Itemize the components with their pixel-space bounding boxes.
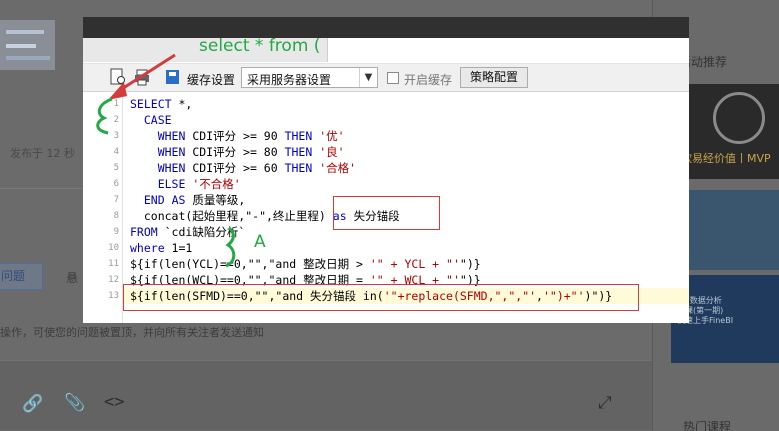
promo-ring-graphic: [713, 92, 765, 144]
code-line: where 1=1: [130, 241, 193, 255]
line-number: 6: [113, 179, 119, 189]
tab-strip: [83, 38, 689, 64]
reward-label: 悬: [66, 271, 79, 285]
server-setting-value: 采用服务器设置: [247, 73, 332, 87]
line-number: 3: [113, 131, 119, 141]
cache-settings-icon[interactable]: [165, 68, 181, 86]
promo-1-text: 软易经价值丨MVP: [681, 152, 771, 165]
code-line: ${if(len(YCL)==0,"","and 整改日期 > '" + YCL…: [130, 257, 481, 271]
line-number: 5: [113, 163, 119, 173]
code-line: WHEN CDI评分 >= 80 THEN '良': [157, 145, 345, 159]
reply-toolbar: 🔗 📎 <> ⤢: [0, 360, 652, 430]
attachment-icon[interactable]: 📎: [64, 393, 85, 413]
line-number: 11: [108, 259, 119, 269]
line-number: 12: [108, 275, 119, 285]
chevron-down-icon[interactable]: ▼: [359, 68, 377, 87]
hot-courses-heading: 热门课程: [683, 420, 732, 431]
line-number: 10: [108, 243, 119, 253]
code-icon[interactable]: <>: [104, 392, 124, 412]
notify-note: 操作，可使您的问题被置顶，并向所有关注者发送通知: [0, 326, 264, 339]
sql-editor-screenshot: 缓存设置 采用服务器设置 ▼ 开启缓存 策略配置 1 2 3 4 5 6 7 8 9 10 11 12…: [83, 17, 689, 323]
enable-cache-checkbox[interactable]: [387, 72, 399, 84]
question-button[interactable]: 问题: [0, 263, 43, 290]
publish-time: 发布于 12 秒: [10, 147, 75, 160]
line-number: 4: [113, 147, 119, 157]
background-thumbnail: [0, 20, 55, 70]
strategy-config-button[interactable]: 策略配置: [460, 67, 528, 88]
expand-icon[interactable]: ⤢: [598, 393, 612, 413]
annotation-box-alias: [333, 196, 440, 230]
line-number: 1: [113, 99, 119, 109]
line-number: 9: [113, 227, 119, 237]
line-number: 8: [113, 211, 119, 221]
print-icon[interactable]: [134, 68, 150, 86]
code-line: CASE: [143, 113, 172, 127]
enable-cache-label: 开启缓存: [404, 73, 453, 87]
dataset-toolbar: 缓存设置 采用服务器设置 ▼ 开启缓存 策略配置: [83, 64, 689, 92]
code-line: END AS 质量等级,: [143, 193, 246, 207]
annotation-caption: select * from (: [199, 36, 321, 56]
window-title-bar: [83, 17, 689, 38]
code-line: WHEN CDI评分 >= 60 THEN '合格': [157, 161, 357, 175]
preview-icon[interactable]: [110, 68, 126, 86]
cache-settings-label: 缓存设置: [187, 73, 236, 87]
link-icon[interactable]: 🔗: [22, 394, 43, 414]
code-line: ELSE '不合格': [157, 177, 241, 191]
line-number-gutter: 1 2 3 4 5 6 7 8 9 10 11 12 13: [83, 93, 123, 323]
line-number: 13: [108, 291, 119, 301]
server-setting-select[interactable]: 采用服务器设置 ▼: [241, 67, 378, 88]
annotation-a-label: A: [254, 232, 266, 252]
line-number: 2: [113, 115, 119, 125]
code-line: SELECT *,: [130, 97, 193, 111]
code-line: FROM `cdi缺陷分析`: [130, 225, 246, 239]
code-line: WHEN CDI评分 >= 90 THEN '优': [157, 129, 345, 143]
annotation-box-line13: [123, 284, 639, 311]
line-number: 7: [113, 195, 119, 205]
